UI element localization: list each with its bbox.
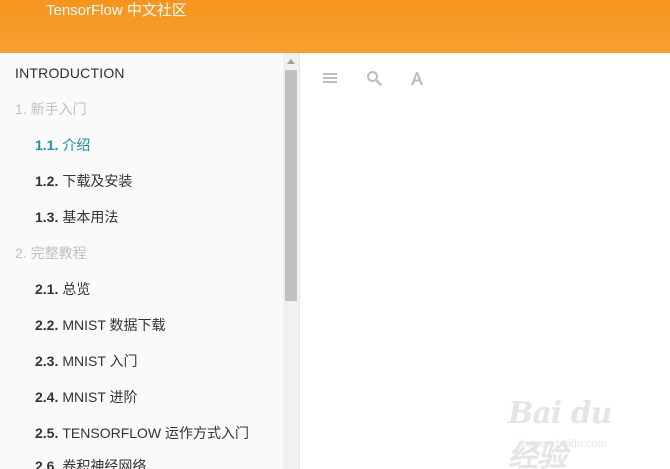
sidebar-item-introduction[interactable]: INTRODUCTION xyxy=(15,64,125,82)
scroll-up-arrow-icon[interactable] xyxy=(287,59,295,64)
item-number: 2.1. xyxy=(35,281,59,297)
site-title[interactable]: TensorFlow 中文社区 xyxy=(46,1,187,21)
baidu-watermark: Bai du 经验 jingyan.baidu.com xyxy=(508,396,638,469)
section-number: 2. xyxy=(15,245,27,261)
item-label: 卷积神经网络 xyxy=(62,458,147,469)
section-label: 完整教程 xyxy=(30,245,87,261)
watermark-url: jingyan.baidu.com xyxy=(518,438,607,450)
item-number: 2.4. xyxy=(35,389,59,405)
item-label: MNIST 数据下载 xyxy=(62,317,166,333)
item-number: 2.3. xyxy=(35,353,59,369)
sidebar-item-2-3[interactable]: 2.3. MNIST 入门 xyxy=(35,352,138,370)
search-icon[interactable] xyxy=(366,70,382,86)
scroll-thumb[interactable] xyxy=(285,70,297,301)
item-label: MNIST 进阶 xyxy=(62,389,138,405)
item-number: 2.5. xyxy=(35,425,59,441)
content-divider xyxy=(299,53,300,469)
sidebar: INTRODUCTION 1. 新手入门 1.1. 介绍 1.2. 下载及安装 1.… xyxy=(0,53,285,469)
item-label: 下载及安装 xyxy=(62,173,133,189)
item-label: TENSORFLOW 运作方式入门 xyxy=(62,425,250,441)
sidebar-item-2-2[interactable]: 2.2. MNIST 数据下载 xyxy=(35,316,166,334)
sidebar-item-1-2[interactable]: 1.2. 下载及安装 xyxy=(35,172,132,190)
item-number: 2.6. xyxy=(35,458,59,469)
sidebar-section-getting-started[interactable]: 1. 新手入门 xyxy=(15,100,87,118)
sidebar-item-2-5[interactable]: 2.5. TENSORFLOW 运作方式入门 xyxy=(35,424,249,442)
font-icon[interactable] xyxy=(409,70,425,86)
item-label: 总览 xyxy=(62,281,91,297)
section-number: 1. xyxy=(15,101,27,117)
sidebar-section-full-tutorial[interactable]: 2. 完整教程 xyxy=(15,244,87,262)
section-label: 新手入门 xyxy=(30,101,87,117)
sidebar-item-2-4[interactable]: 2.4. MNIST 进阶 xyxy=(35,388,138,406)
item-label: 介绍 xyxy=(62,137,91,153)
sidebar-item-1-3[interactable]: 1.3. 基本用法 xyxy=(35,208,118,226)
item-number: 1.1. xyxy=(35,137,59,153)
header-bar: TensorFlow 中文社区 xyxy=(0,0,670,53)
item-number: 1.2. xyxy=(35,173,59,189)
sidebar-item-1-1[interactable]: 1.1. 介绍 xyxy=(35,136,90,154)
item-label: MNIST 入门 xyxy=(62,353,138,369)
watermark-logo: Bai du 经验 xyxy=(508,396,612,469)
menu-icon[interactable] xyxy=(322,70,338,86)
sidebar-scrollbar[interactable] xyxy=(283,53,299,469)
sidebar-item-2-6[interactable]: 2.6. 卷积神经网络 xyxy=(35,457,146,469)
item-number: 2.2. xyxy=(35,317,59,333)
item-number: 1.3. xyxy=(35,209,59,225)
sidebar-item-2-1[interactable]: 2.1. 总览 xyxy=(35,280,90,298)
item-label: 基本用法 xyxy=(62,209,119,225)
page: TensorFlow 中文社区 INTRODUCTION 1. 新手入门 1.1… xyxy=(0,0,670,469)
